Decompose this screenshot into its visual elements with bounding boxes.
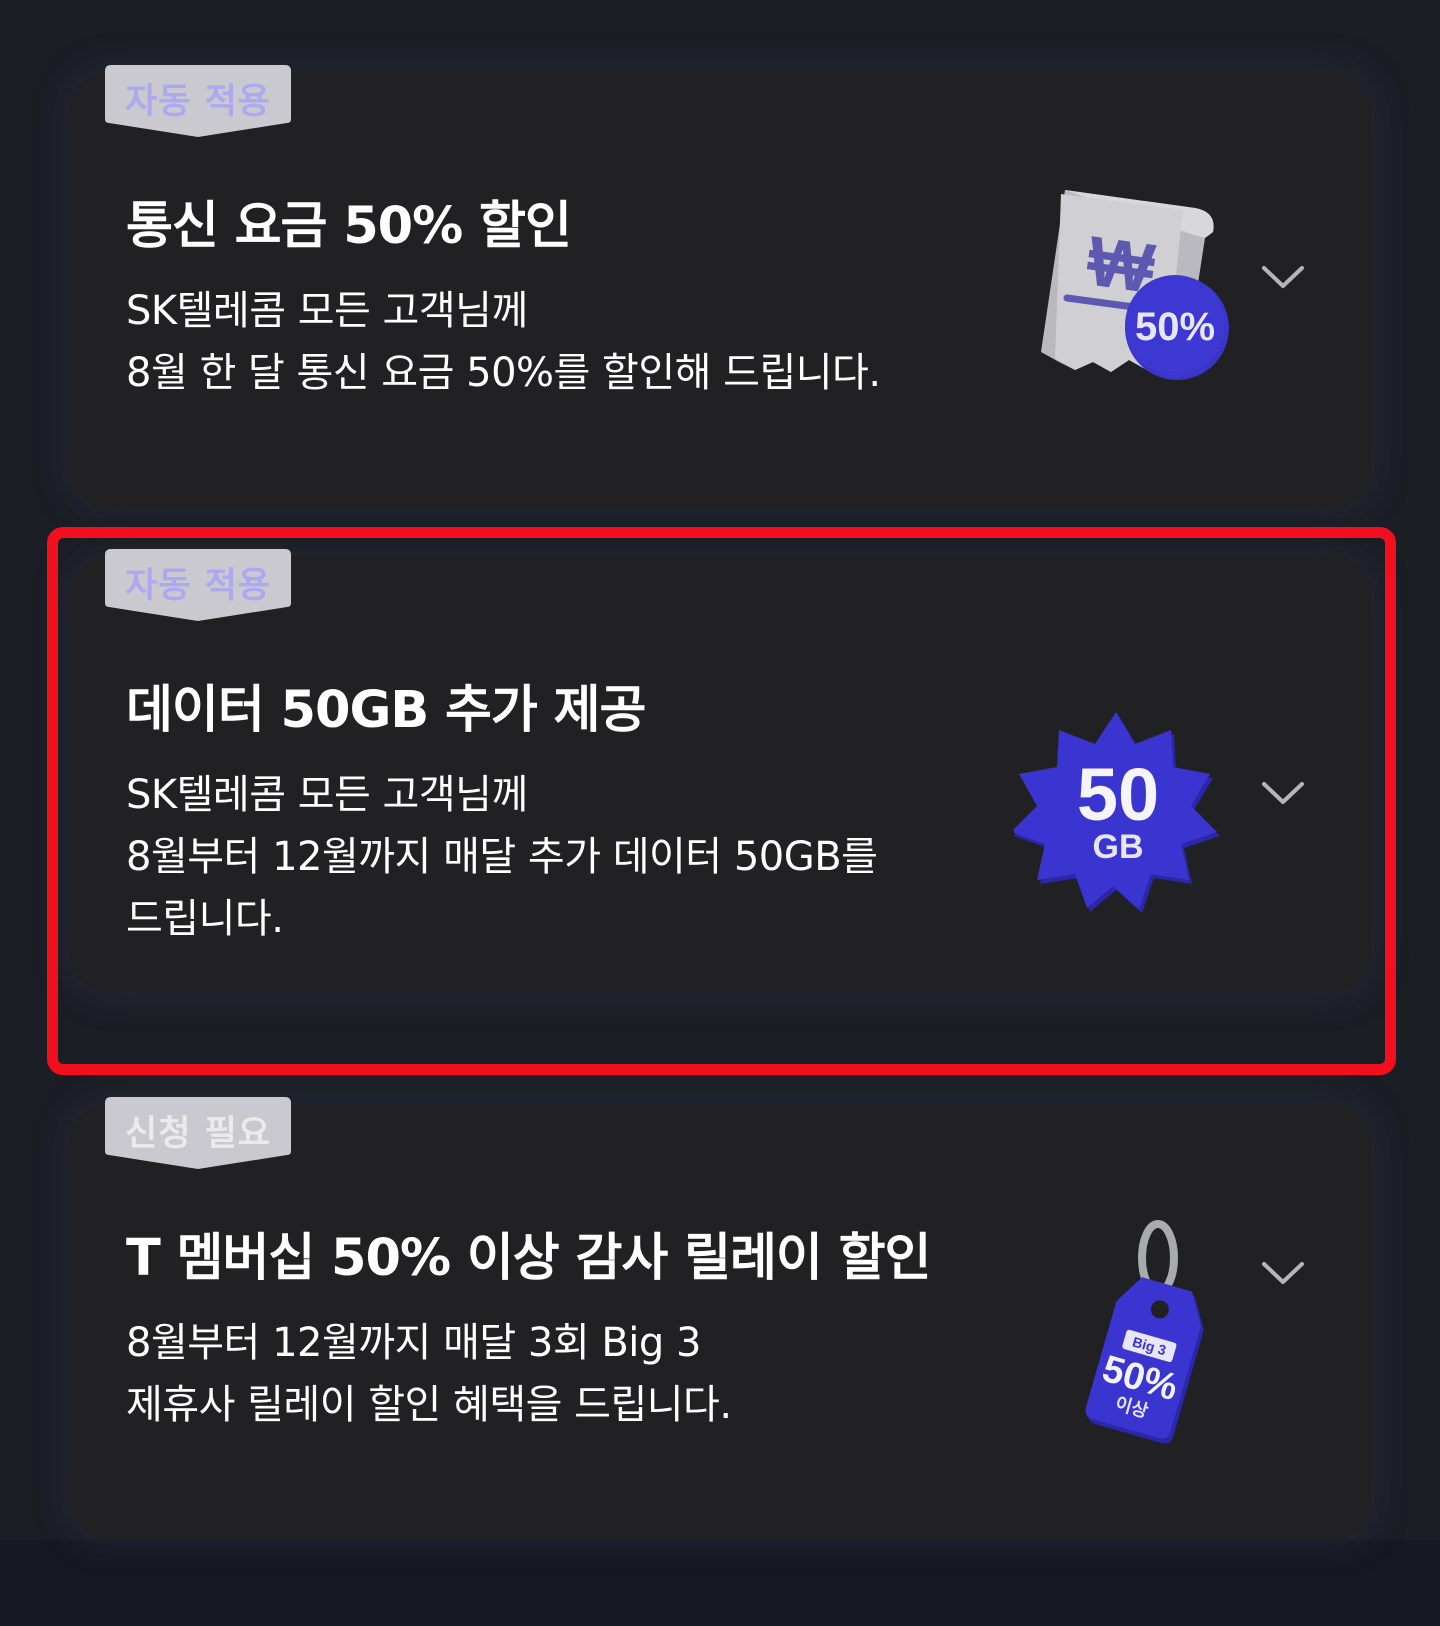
apply-required-badge: 신청 필요: [105, 1097, 291, 1171]
bottom-bar: [0, 1540, 1440, 1626]
benefit-card-data-bonus[interactable]: 자동 적용 데이터 50GB 추가 제공 SK텔레콤 모든 고객님께 8월부터 …: [70, 549, 1372, 992]
description-line: 8월부터 12월까지 매달 3회 Big 3: [126, 1320, 701, 1366]
badge-label: 신청 필요: [125, 1114, 271, 1154]
benefit-description: 8월부터 12월까지 매달 3회 Big 3 제휴사 릴레이 할인 혜택을 드립…: [126, 1312, 926, 1436]
benefit-card-membership-relay[interactable]: 신청 필요 T 멤버십 50% 이상 감사 릴레이 할인 8월부터 12월까지 …: [70, 1097, 1372, 1540]
chevron-down-icon[interactable]: [1260, 1258, 1306, 1292]
description-line: SK텔레콤 모든 고객님께: [126, 288, 528, 334]
benefit-description: SK텔레콤 모든 고객님께 8월부터 12월까지 매달 추가 데이터 50GB를…: [126, 764, 926, 950]
benefit-title: 통신 요금 50% 할인: [126, 197, 572, 256]
auto-apply-badge: 자동 적용: [105, 65, 291, 139]
description-line: 8월 한 달 통신 요금 50%를 할인해 드립니다.: [126, 350, 881, 396]
auto-apply-badge: 자동 적용: [105, 549, 291, 623]
description-line: SK텔레콤 모든 고객님께: [126, 772, 528, 818]
price-tag-icon: Big 3 50% 이상: [1030, 1214, 1240, 1448]
receipt-icon: ₩ 50%: [1025, 180, 1235, 394]
svg-text:50: 50: [1077, 753, 1159, 836]
description-line: 8월부터 12월까지 매달 추가 데이터 50GB를: [126, 834, 878, 880]
benefit-title: 데이터 50GB 추가 제공: [126, 681, 646, 740]
chevron-down-icon[interactable]: [1260, 778, 1306, 812]
description-line: 드립니다.: [126, 896, 284, 942]
data-badge-icon: 50 GB: [1011, 708, 1224, 922]
svg-text:50%: 50%: [1135, 305, 1215, 349]
svg-text:GB: GB: [1093, 828, 1144, 866]
badge-label: 자동 적용: [125, 566, 271, 606]
chevron-down-icon[interactable]: [1260, 262, 1306, 296]
benefit-description: SK텔레콤 모든 고객님께 8월 한 달 통신 요금 50%를 할인해 드립니다…: [126, 280, 926, 404]
benefit-card-phone-discount[interactable]: 자동 적용 통신 요금 50% 할인 SK텔레콤 모든 고객님께 8월 한 달 …: [70, 65, 1372, 508]
badge-label: 자동 적용: [125, 82, 271, 122]
description-line: 제휴사 릴레이 할인 혜택을 드립니다.: [126, 1382, 732, 1428]
benefit-title: T 멤버십 50% 이상 감사 릴레이 할인: [126, 1229, 931, 1288]
